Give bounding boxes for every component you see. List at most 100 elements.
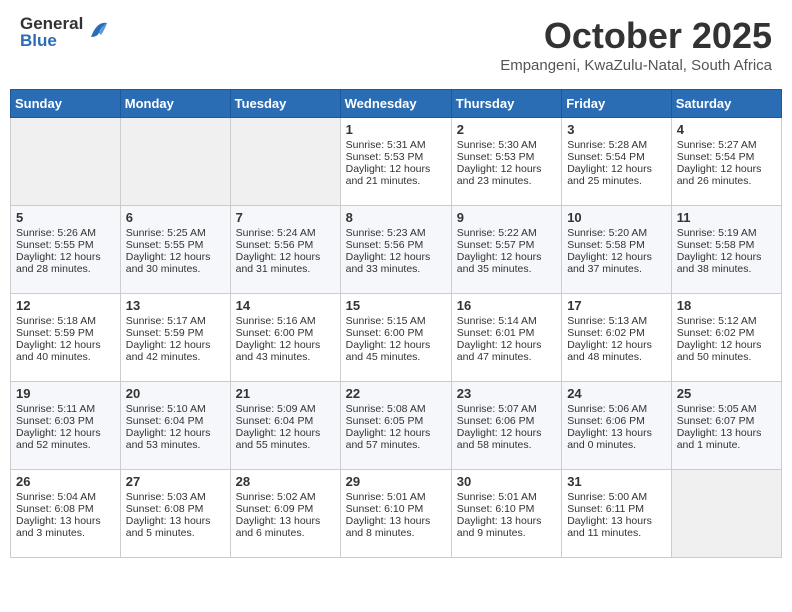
daylight-text: Daylight: 12 hours and 50 minutes. — [677, 339, 776, 363]
location: Empangeni, KwaZulu-Natal, South Africa — [500, 57, 772, 74]
calendar-cell: 20Sunrise: 5:10 AMSunset: 6:04 PMDayligh… — [120, 382, 230, 470]
calendar-cell: 19 Sunrise: 5:11 AMSunset: 6:03 PMDayligh… — [11, 382, 121, 470]
calendar-cell: 9Sunrise: 5:22 AMSunset: 5:57 PMDaylight… — [451, 206, 561, 294]
calendar-cell — [671, 470, 781, 558]
daylight-text: Daylight: 13 hours and 5 minutes. — [126, 515, 225, 539]
day-number: 13 — [126, 298, 225, 313]
day-number: 12 — [16, 298, 115, 313]
day-number: 14 — [236, 298, 335, 313]
day-number: 26 — [16, 474, 115, 489]
daylight-text: Daylight: 12 hours and 55 minutes. — [236, 427, 335, 451]
day-number: 19 — [16, 386, 115, 401]
daylight-text: Daylight: 12 hours and 43 minutes. — [236, 339, 335, 363]
calendar-table: SundayMondayTuesdayWednesdayThursdayFrid… — [10, 89, 782, 558]
sunrise-text: Sunrise: 5:10 AM — [126, 403, 225, 415]
day-number: 16 — [457, 298, 556, 313]
daylight-text: Daylight: 12 hours and 38 minutes. — [677, 251, 776, 275]
sunset-text: Sunset: 5:53 PM — [346, 151, 446, 163]
sunset-text: Sunset: 6:00 PM — [346, 327, 446, 339]
sunrise-text: Sunrise: 5:16 AM — [236, 315, 335, 327]
sunrise-text: Sunrise: 5:12 AM — [677, 315, 776, 327]
sunrise-text: Sunrise: 5:31 AM — [346, 139, 446, 151]
calendar-week-row: 19Sunrise: 5:11 AMSunset: 6:03 PMDayligh… — [11, 382, 782, 470]
sunrise-text: Sunrise: 5:19 AM — [677, 227, 776, 239]
sunrise-text: Sunrise: 5:13 AM — [567, 315, 666, 327]
calendar-cell: 14Sunrise: 5:16 AMSunset: 6:00 PMDayligh… — [230, 294, 340, 382]
day-number: 2 — [457, 122, 556, 137]
day-number: 6 — [126, 210, 225, 225]
day-number: 21 — [236, 386, 335, 401]
daylight-text: Daylight: 13 hours and 0 minutes. — [567, 427, 666, 451]
calendar-cell: 13Sunrise: 5:17 AMSunset: 5:59 PMDayligh… — [120, 294, 230, 382]
col-header-sunday: Sunday — [11, 90, 121, 118]
day-number: 17 — [567, 298, 666, 313]
day-number: 27 — [126, 474, 225, 489]
sunrise-text: Sunrise: 5:20 AM — [567, 227, 666, 239]
day-number: 4 — [677, 122, 776, 137]
daylight-text: Daylight: 12 hours and 47 minutes. — [457, 339, 556, 363]
calendar-cell: 30Sunrise: 5:01 AMSunset: 6:10 PMDayligh… — [451, 470, 561, 558]
calendar-cell: 11Sunrise: 5:19 AMSunset: 5:58 PMDayligh… — [671, 206, 781, 294]
sunset-text: Sunset: 5:55 PM — [16, 239, 115, 251]
sunset-text: Sunset: 5:56 PM — [236, 239, 335, 251]
sunset-text: Sunset: 6:03 PM — [16, 415, 115, 427]
sunrise-text: Sunrise: 5:09 AM — [236, 403, 335, 415]
sunrise-text: Sunrise: 5:26 AM — [16, 227, 115, 239]
sunset-text: Sunset: 6:02 PM — [677, 327, 776, 339]
day-number: 31 — [567, 474, 666, 489]
daylight-text: Daylight: 12 hours and 52 minutes. — [16, 427, 115, 451]
day-number: 11 — [677, 210, 776, 225]
daylight-text: Daylight: 13 hours and 11 minutes. — [567, 515, 666, 539]
daylight-text: Daylight: 12 hours and 37 minutes. — [567, 251, 666, 275]
col-header-wednesday: Wednesday — [340, 90, 451, 118]
sunset-text: Sunset: 6:08 PM — [16, 503, 115, 515]
calendar-cell: 6Sunrise: 5:25 AMSunset: 5:55 PMDaylight… — [120, 206, 230, 294]
sunset-text: Sunset: 5:54 PM — [677, 151, 776, 163]
daylight-text: Daylight: 12 hours and 21 minutes. — [346, 163, 446, 187]
daylight-text: Daylight: 12 hours and 26 minutes. — [677, 163, 776, 187]
calendar-cell: 5Sunrise: 5:26 AMSunset: 5:55 PMDaylight… — [11, 206, 121, 294]
sunrise-text: Sunrise: 5:01 AM — [346, 491, 446, 503]
calendar-cell: 4 Sunrise: 5:27 AMSunset: 5:54 PMDaylight… — [671, 118, 781, 206]
daylight-text: Daylight: 12 hours and 40 minutes. — [16, 339, 115, 363]
day-number: 7 — [236, 210, 335, 225]
sunset-text: Sunset: 6:06 PM — [567, 415, 666, 427]
daylight-text: Daylight: 12 hours and 28 minutes. — [16, 251, 115, 275]
day-number: 20 — [126, 386, 225, 401]
sunset-text: Sunset: 6:06 PM — [457, 415, 556, 427]
calendar-week-row: 5Sunrise: 5:26 AMSunset: 5:55 PMDaylight… — [11, 206, 782, 294]
sunrise-text: Sunrise: 5:07 AM — [457, 403, 556, 415]
sunrise-text: Sunrise: 5:28 AM — [567, 139, 666, 151]
sunset-text: Sunset: 6:04 PM — [236, 415, 335, 427]
day-number: 1 — [346, 122, 446, 137]
sunrise-text: Sunrise: 5:24 AM — [236, 227, 335, 239]
sunset-text: Sunset: 5:58 PM — [567, 239, 666, 251]
calendar-header-row: SundayMondayTuesdayWednesdayThursdayFrid… — [11, 90, 782, 118]
calendar-cell: 21 Sunrise: 5:09 AMSunset: 6:04 PMDayligh… — [230, 382, 340, 470]
daylight-text: Daylight: 12 hours and 42 minutes. — [126, 339, 225, 363]
logo: General Blue — [20, 15, 109, 49]
calendar-cell: 27Sunrise: 5:03 AMSunset: 6:08 PMDayligh… — [120, 470, 230, 558]
daylight-text: Daylight: 12 hours and 48 minutes. — [567, 339, 666, 363]
sunset-text: Sunset: 5:59 PM — [126, 327, 225, 339]
sunrise-text: Sunrise: 5:27 AM — [677, 139, 776, 151]
sunset-text: Sunset: 5:57 PM — [457, 239, 556, 251]
calendar-week-row: 12Sunrise: 5:18 AMSunset: 5:59 PMDayligh… — [11, 294, 782, 382]
month-title: October 2025 — [500, 15, 772, 57]
daylight-text: Daylight: 12 hours and 57 minutes. — [346, 427, 446, 451]
sunset-text: Sunset: 5:54 PM — [567, 151, 666, 163]
sunrise-text: Sunrise: 5:00 AM — [567, 491, 666, 503]
daylight-text: Daylight: 12 hours and 33 minutes. — [346, 251, 446, 275]
calendar-cell: 25Sunrise: 5:05 AMSunset: 6:07 PMDayligh… — [671, 382, 781, 470]
logo-general: General — [20, 15, 83, 32]
day-number: 22 — [346, 386, 446, 401]
page-header: General Blue October 2025 Empangeni, Kwa… — [10, 10, 782, 79]
sunrise-text: Sunrise: 5:04 AM — [16, 491, 115, 503]
calendar-cell — [11, 118, 121, 206]
sunrise-text: Sunrise: 5:08 AM — [346, 403, 446, 415]
sunrise-text: Sunrise: 5:25 AM — [126, 227, 225, 239]
sunset-text: Sunset: 5:56 PM — [346, 239, 446, 251]
calendar-cell: 23Sunrise: 5:07 AMSunset: 6:06 PMDayligh… — [451, 382, 561, 470]
day-number: 9 — [457, 210, 556, 225]
sunrise-text: Sunrise: 5:11 AM — [16, 403, 115, 415]
